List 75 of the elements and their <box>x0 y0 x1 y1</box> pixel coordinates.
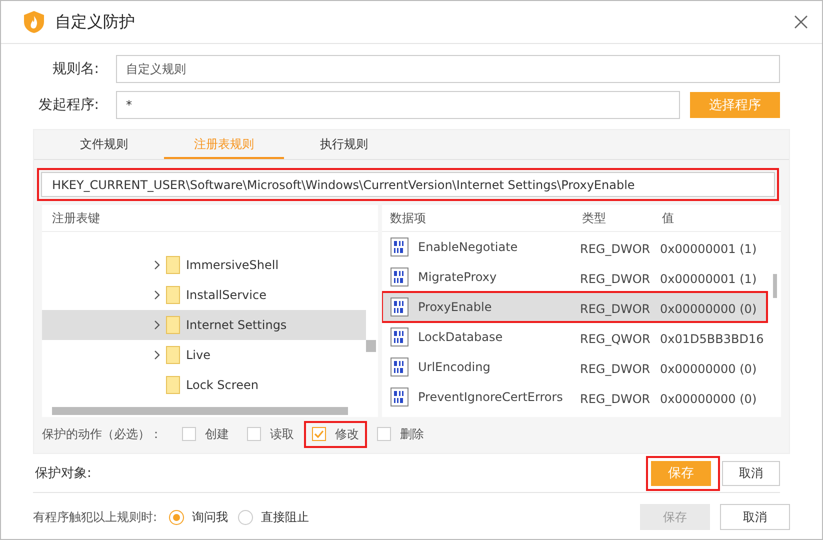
checkbox-label[interactable]: 创建 <box>205 426 229 442</box>
binary-value-icon <box>390 387 410 407</box>
table-cell-text: 0x01D5BB3BD16 <box>660 331 765 346</box>
chevron-right-icon[interactable] <box>154 350 160 360</box>
table-cell-text: REG_DWOR <box>580 361 652 376</box>
column-header: 值 <box>662 210 675 226</box>
table-cell-text: LockDatabase <box>417 330 504 344</box>
column-header: 注册表键 <box>42 205 378 232</box>
tree-item[interactable]: Live <box>42 340 366 370</box>
cancel-button[interactable]: 取消 <box>720 504 790 530</box>
table-cell-text: REG_DWOR <box>580 271 652 286</box>
actions-label: 保护的动作（必选）： <box>42 426 162 442</box>
program-label: 发起程序: <box>37 96 99 114</box>
program-field[interactable]: * <box>116 91 680 119</box>
tree-item[interactable]: Internet Settings <box>42 310 366 340</box>
column-header: 类型 <box>582 210 607 226</box>
checkbox[interactable] <box>182 427 196 441</box>
binary-value-icon <box>390 297 410 317</box>
table-cell-text: 0x00000000 (0) <box>660 361 758 376</box>
table-cell-text: REG_DWOR <box>580 301 652 316</box>
cancel-button[interactable]: 取消 <box>722 460 780 486</box>
radio-option[interactable]: 询问我 <box>169 508 228 526</box>
binary-value-icon <box>390 327 410 347</box>
tree-item[interactable]: Lock Screen <box>42 370 366 400</box>
table-row[interactable]: LockDatabase REG_QWOR 0x01D5BB3BD16 <box>382 322 767 352</box>
table-cell-text: ProxyEnable <box>417 300 493 314</box>
table-cell-text: 0x00000000 (0) <box>660 391 758 406</box>
shield-flame-icon <box>23 10 45 34</box>
chevron-right-icon[interactable] <box>154 320 160 330</box>
table-cell-text: MigrateProxy <box>417 270 498 284</box>
table-row[interactable]: EnableNegotiate REG_DWOR 0x00000001 (1) <box>382 232 767 262</box>
tree-item[interactable]: ImmersiveShell <box>42 250 366 280</box>
column-header: 数据项 <box>389 210 427 226</box>
tab[interactable]: 文件规则 <box>44 130 164 159</box>
table-cell-text: REG_DWOR <box>580 241 652 256</box>
binary-value-icon <box>390 357 410 377</box>
checkbox[interactable] <box>312 427 326 441</box>
table-cell-text: REG_QWOR <box>580 331 652 346</box>
checkbox-label[interactable]: 读取 <box>270 426 294 442</box>
checkbox-label[interactable]: 删除 <box>400 426 424 442</box>
close-icon[interactable] <box>794 15 808 29</box>
table-cell-text: 0x00000001 (1) <box>660 241 758 256</box>
table-cell-text: EnableNegotiate <box>417 240 519 254</box>
table-cell-text: 0x00000000 (0) <box>660 301 758 316</box>
radio-button[interactable] <box>169 510 184 524</box>
checkbox-label[interactable]: 修改 <box>335 426 359 442</box>
folder-icon <box>166 376 180 394</box>
rule-name-label: 规则名: <box>51 60 99 78</box>
table-cell-text: PreventIgnoreCertErrors <box>417 390 564 404</box>
table-row[interactable]: UrlEncoding REG_DWOR 0x00000000 (0) <box>382 352 767 382</box>
radio-button[interactable] <box>238 510 254 524</box>
folder-icon <box>166 286 180 304</box>
table-cell-text: REG_DWOR <box>580 391 652 406</box>
chevron-right-icon[interactable] <box>154 260 160 270</box>
tab[interactable]: 执行规则 <box>284 130 404 159</box>
window-title: 自定义防护 <box>55 12 136 32</box>
protect-target-label: 保护对象: <box>34 465 92 482</box>
radio-option[interactable]: 直接阻止 <box>238 508 310 526</box>
rule-name-field[interactable]: 自定义规则 <box>116 55 780 83</box>
folder-icon <box>166 346 180 364</box>
tree-item[interactable]: InstallService <box>42 280 366 310</box>
checkbox[interactable] <box>377 427 391 441</box>
violation-label: 有程序触犯以上规则时: <box>33 508 158 526</box>
registry-path-field[interactable]: HKEY_CURRENT_USER\Software\Microsoft\Windows\CurrentVersion\Internet Settings\ProxyEnable <box>41 172 775 197</box>
table-cell-text: 0x00000001 (1) <box>660 271 758 286</box>
chevron-right-icon[interactable] <box>154 290 160 300</box>
table-row[interactable]: PreventIgnoreCertErrors REG_DWOR 0x00000000 (0) <box>382 382 767 412</box>
folder-icon <box>166 256 180 274</box>
folder-icon <box>166 316 180 334</box>
table-row[interactable]: MigrateProxy REG_DWOR 0x00000001 (1) <box>382 262 767 292</box>
checkbox[interactable] <box>247 427 261 441</box>
binary-value-icon <box>390 267 410 287</box>
table-cell-text: UrlEncoding <box>417 360 492 374</box>
binary-value-icon <box>390 237 410 257</box>
table-row[interactable]: ProxyEnable REG_DWOR 0x00000000 (0) <box>382 292 767 322</box>
